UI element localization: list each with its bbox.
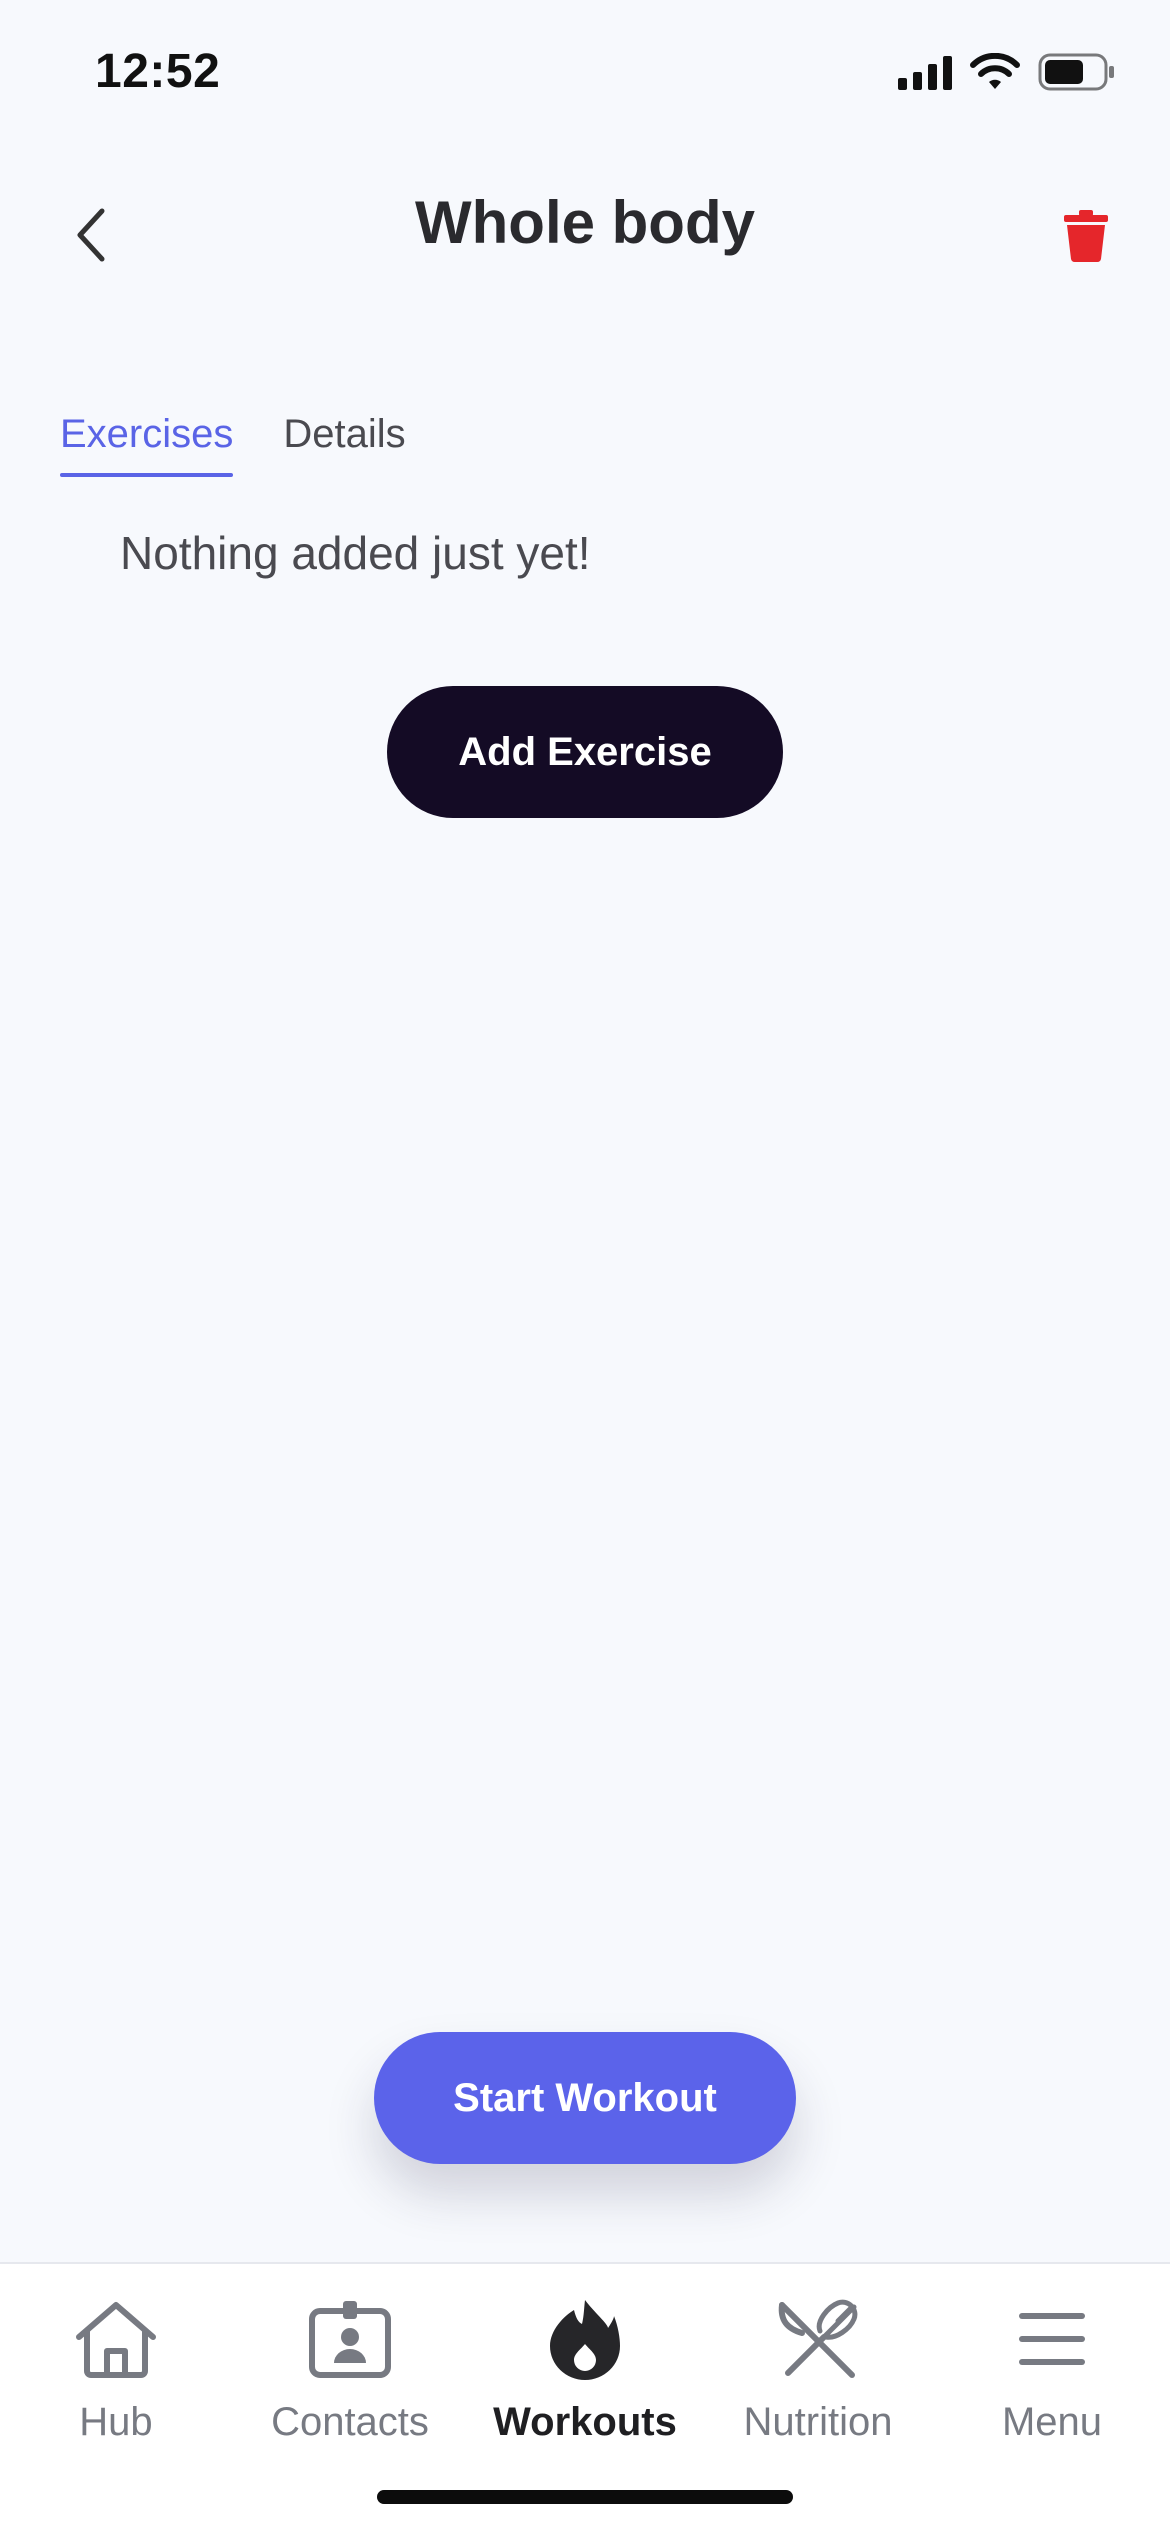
nav-label-contacts: Contacts	[271, 2400, 429, 2444]
nav-item-nutrition[interactable]: Nutrition	[708, 2294, 928, 2445]
nav-label-workouts: Workouts	[493, 2400, 677, 2444]
nav-label-hub: Hub	[79, 2400, 153, 2444]
nav-label-menu: Menu	[1001, 2400, 1103, 2444]
tab-exercises[interactable]: Exercises	[60, 412, 234, 477]
nav-item-hub[interactable]: Hub	[6, 2294, 226, 2445]
screen: 12:52 Whole body Exercises Details Nothi…	[0, 0, 1170, 2532]
page-title: Whole body	[415, 189, 755, 256]
home-indicator[interactable]	[377, 2490, 793, 2504]
wifi-icon	[970, 53, 1020, 89]
contact-card-icon	[305, 2294, 395, 2384]
nav-item-contacts[interactable]: Contacts	[240, 2294, 460, 2445]
flame-icon	[540, 2294, 630, 2384]
cellular-signal-icon	[898, 54, 952, 90]
start-workout-button[interactable]: Start Workout	[374, 2032, 796, 2164]
battery-icon	[1038, 53, 1114, 91]
status-time: 12:52	[95, 45, 221, 98]
menu-icon	[1007, 2294, 1097, 2384]
trash-icon	[1064, 210, 1108, 263]
nav-item-menu[interactable]: Menu	[942, 2294, 1162, 2445]
home-icon	[71, 2294, 161, 2384]
tab-bar: Exercises Details	[60, 412, 406, 477]
nav-item-workouts[interactable]: Workouts	[475, 2294, 695, 2445]
add-exercise-button[interactable]: Add Exercise	[387, 686, 783, 818]
delete-workout-button[interactable]	[1058, 204, 1114, 268]
status-icons	[898, 52, 1116, 92]
fork-knife-icon	[773, 2294, 863, 2384]
empty-state-message: Nothing added just yet!	[120, 527, 591, 579]
nav-label-nutrition: Nutrition	[743, 2400, 893, 2444]
tab-details[interactable]: Details	[283, 412, 405, 477]
